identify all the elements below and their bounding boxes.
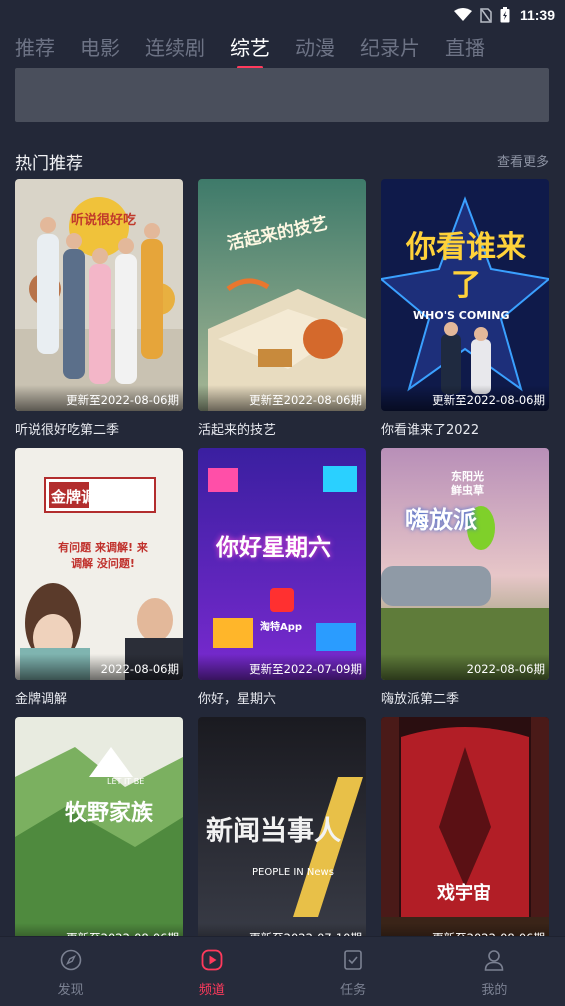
update-label: 更新至2022-08-06期 [66, 393, 179, 407]
show-title: 你看谁来了2022 [381, 423, 480, 438]
nav-discover[interactable]: 发现 [0, 937, 141, 1006]
poster-image: 你看谁来了 WHO'S COMING 更新至2022-08-06期 [381, 179, 549, 411]
nav-profile[interactable]: 我的 [424, 937, 565, 1006]
tab-documentary[interactable]: 纪录片 [360, 33, 420, 63]
poster-title-text: 嗨放派 [405, 506, 477, 534]
nav-label: 发现 [57, 983, 84, 998]
nav-label: 任务 [340, 983, 367, 998]
show-title: 听说很好吃第二季 [15, 423, 120, 438]
update-label: 更新至2022-08-06期 [432, 393, 545, 407]
update-label: 2022-08-06期 [466, 662, 545, 676]
update-label: 更新至2022-08-06期 [249, 393, 362, 407]
poster-subtitle-text: 有问题 来调解! 来调解 没问题! [58, 541, 148, 570]
poster-image: 新闻当事人 PEOPLE IN News 更新至2022-07-10期 [198, 717, 366, 949]
update-label: 更新至2022-07-09期 [249, 662, 362, 676]
tab-live[interactable]: 直播 [445, 33, 485, 63]
show-card[interactable]: 金牌调解 有问题 来调解! 来调解 没问题! 2022-08-06期 金牌调解 [15, 448, 183, 707]
poster-image: 活起来的技艺 更新至2022-08-06期 [198, 179, 366, 411]
poster-title-text: 牧野家族 [65, 801, 154, 826]
tab-anime[interactable]: 动漫 [295, 33, 335, 63]
nav-task[interactable]: 任务 [283, 937, 424, 1006]
compass-icon [60, 949, 82, 975]
status-time: 11:39 [519, 7, 555, 23]
show-card[interactable]: 嗨放派 东阳光 鲜虫草 2022-08-06期 嗨放派第二季 [381, 448, 549, 707]
section-title: 热门推荐 [15, 154, 83, 174]
poster-subtitle-text: LET IT BE [107, 777, 145, 786]
banner[interactable] [15, 68, 549, 122]
poster-subtitle-text: PEOPLE IN News [252, 867, 334, 878]
poster-subtitle-text: WHO'S COMING [413, 309, 510, 322]
tab-variety[interactable]: 综艺 [230, 33, 270, 69]
poster-image: 听说很好吃 更新至2022-08-06期 [15, 179, 183, 411]
nav-channel[interactable]: 频道 [141, 937, 282, 1006]
show-title: 你好，星期六 [198, 692, 277, 707]
poster-title-text: 听说很好吃 [71, 213, 137, 228]
tab-series[interactable]: 连续剧 [145, 33, 205, 63]
show-title: 活起来的技艺 [198, 423, 277, 438]
update-label: 2022-08-06期 [100, 662, 179, 676]
poster-subtitle-text: 淘特App [260, 622, 303, 633]
wifi-icon [453, 8, 472, 22]
poster-image: 金牌调解 有问题 来调解! 来调解 没问题! 2022-08-06期 [15, 448, 183, 680]
task-icon [342, 949, 364, 975]
category-tabs: 推荐 电影 连续剧 综艺 动漫 纪录片 直播 [15, 30, 510, 69]
nav-label: 频道 [198, 983, 225, 998]
poster-image: 你好星期六 淘特App 更新至2022-07-09期 [198, 448, 366, 680]
show-title: 金牌调解 [15, 692, 68, 707]
user-icon [483, 949, 505, 975]
tab-recommend[interactable]: 推荐 [15, 33, 55, 63]
section-header: 热门推荐 查看更多 [15, 147, 549, 174]
poster-image: 牧野家族 LET IT BE 更新至2022-08-06期 [15, 717, 183, 949]
poster-title-text: 你看谁来了 [406, 230, 526, 303]
show-card[interactable]: 听说很好吃 更新至2022-08-06期 听说很好吃第二季 [15, 179, 183, 438]
poster-image: 嗨放派 东阳光 鲜虫草 2022-08-06期 [381, 448, 549, 680]
show-card[interactable]: 戏宇宙 更新至2022-08-06期 [381, 717, 549, 957]
battery-icon [500, 7, 510, 23]
show-card[interactable]: 活起来的技艺 更新至2022-08-06期 活起来的技艺 [198, 179, 366, 438]
show-card[interactable]: 牧野家族 LET IT BE 更新至2022-08-06期 [15, 717, 183, 957]
poster-title-text: 你好星期六 [216, 535, 331, 561]
show-card[interactable]: 你好星期六 淘特App 更新至2022-07-09期 你好，星期六 [198, 448, 366, 707]
poster-title-text: 金牌调解 [51, 488, 112, 506]
nav-label: 我的 [481, 983, 508, 998]
play-icon [201, 949, 223, 975]
poster-image: 戏宇宙 更新至2022-08-06期 [381, 717, 549, 949]
status-bar: 11:39 [0, 0, 565, 30]
poster-subtitle-text: 东阳光 鲜虫草 [451, 470, 484, 497]
tab-movie[interactable]: 电影 [80, 33, 120, 63]
bottom-nav: 发现 频道 任务 我的 [0, 936, 565, 1006]
show-card[interactable]: 你看谁来了 WHO'S COMING 更新至2022-08-06期 你看谁来了2… [381, 179, 549, 438]
show-card[interactable]: 新闻当事人 PEOPLE IN News 更新至2022-07-10期 [198, 717, 366, 957]
see-more-link[interactable]: 查看更多 [497, 151, 549, 170]
show-title: 嗨放派第二季 [381, 692, 460, 707]
no-sim-icon [480, 7, 492, 23]
poster-title-text: 戏宇宙 [437, 883, 491, 904]
status-icons: 11:39 [453, 6, 555, 24]
poster-title-text: 新闻当事人 [206, 816, 341, 847]
